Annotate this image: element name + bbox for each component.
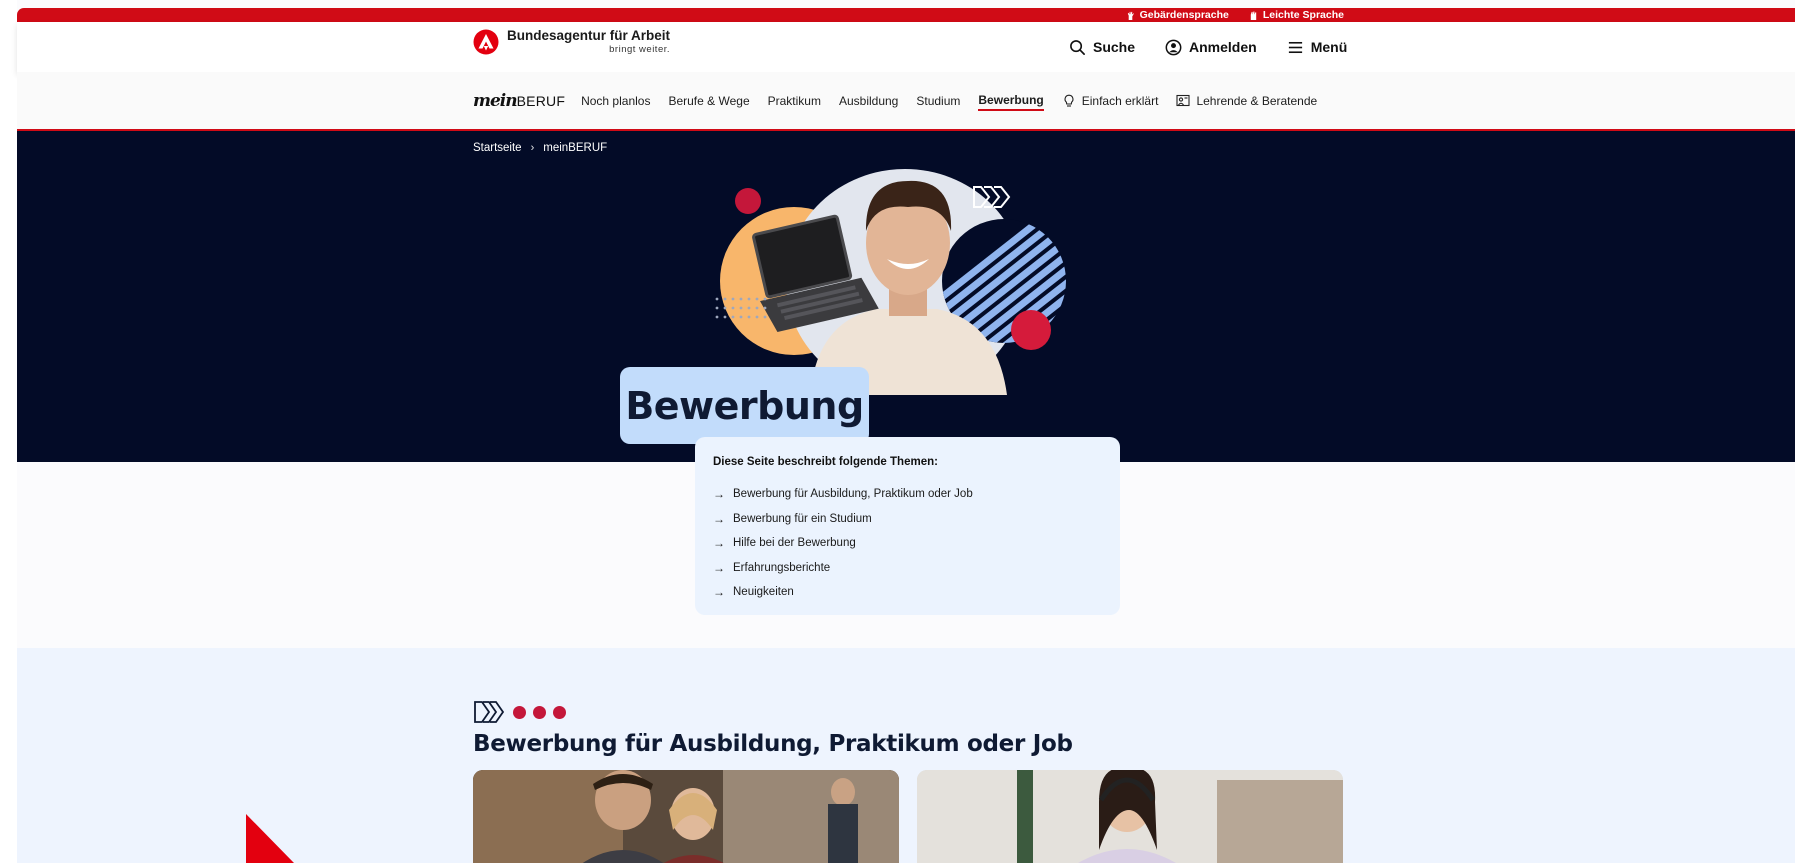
hero-illustration [715, 169, 1066, 395]
section-nav: mein BERUF Noch planlos Berufe & Wege Pra… [17, 72, 1795, 131]
teaser-card-image[interactable] [473, 770, 899, 863]
student-headphones-photo [917, 770, 1343, 863]
arrow-right-icon: → [713, 560, 725, 575]
teaser-card-image[interactable] [917, 770, 1343, 863]
hero-banner: Startseite › meinBERUF [17, 131, 1795, 462]
header-nav: Suche Anmelden Menü [1069, 22, 1347, 72]
teacher-board-icon [1176, 94, 1190, 106]
easy-language-link[interactable]: Leichte Sprache [1249, 9, 1344, 21]
ba-logo[interactable]: Bundesagentur für Arbeit bringt weiter. [473, 28, 671, 56]
page-title-card: Bewerbung [620, 367, 869, 444]
nav-bewerbung[interactable]: Bewerbung [978, 93, 1044, 111]
ba-logo-icon [473, 29, 499, 55]
arrow-right-icon: → [713, 536, 725, 551]
hamburger-icon [1288, 41, 1302, 53]
arrow-right-icon: → [713, 511, 725, 526]
nav-studium[interactable]: Studium [916, 94, 960, 108]
section-decoration [474, 700, 566, 724]
arrow-right-icon: → [713, 585, 725, 600]
page-gutter [0, 0, 17, 863]
site-header: Bundesagentur für Arbeit bringt weiter. … [17, 22, 1795, 72]
user-icon [1165, 39, 1182, 55]
topic-link-hilfe[interactable]: → Hilfe bei der Bewerbung [713, 531, 1102, 556]
nav-berufe-wege[interactable]: Berufe & Wege [668, 94, 749, 108]
arrow-right-icon: → [713, 487, 725, 502]
hand-icon [1127, 11, 1134, 20]
search-button[interactable]: Suche [1069, 39, 1135, 56]
nav-ausbildung[interactable]: Ausbildung [839, 94, 898, 108]
office-meeting-photo [473, 770, 899, 863]
lightbulb-icon [1064, 94, 1074, 107]
meinberuf-logo[interactable]: mein BERUF [473, 91, 565, 111]
search-icon [1070, 39, 1085, 55]
nav-praktikum[interactable]: Praktikum [768, 94, 821, 108]
topic-link-studium[interactable]: → Bewerbung für ein Studium [713, 507, 1102, 532]
topic-link-ausbildung[interactable]: → Bewerbung für Ausbildung, Praktikum ode… [713, 482, 1102, 507]
chevrons-icon [474, 701, 505, 723]
page-title: Bewerbung [625, 383, 864, 428]
nav-lehrende-beratende[interactable]: Lehrende & Beratende [1176, 94, 1317, 108]
menu-button[interactable]: Menü [1287, 39, 1347, 56]
login-button[interactable]: Anmelden [1165, 39, 1257, 56]
decor-dot [533, 705, 546, 719]
nav-einfach-erklaert[interactable]: Einfach erklärt [1062, 94, 1158, 108]
application-section: Bewerbung für Ausbildung, Praktikum oder… [17, 648, 1795, 863]
logo-title: Bundesagentur für Arbeit [507, 28, 671, 43]
section-heading: Bewerbung für Ausbildung, Praktikum oder… [473, 731, 1073, 757]
topics-overview: Diese Seite beschreibt folgende Themen: … [695, 437, 1120, 615]
nav-noch-planlos[interactable]: Noch planlos [581, 94, 650, 108]
logo-tagline: bringt weiter. [609, 44, 671, 56]
accessibility-bar: Gebärdensprache Leichte Sprache [17, 8, 1795, 22]
topics-heading: Diese Seite beschreibt folgende Themen: [713, 456, 938, 468]
topic-link-erfahrungsberichte[interactable]: → Erfahrungsberichte [713, 556, 1102, 581]
easy-language-icon [1250, 10, 1257, 20]
decor-dot [553, 705, 566, 719]
decor-dot [513, 705, 526, 719]
sign-language-link[interactable]: Gebärdensprache [1126, 9, 1229, 21]
topic-link-neuigkeiten[interactable]: → Neuigkeiten [713, 580, 1102, 605]
red-triangle-decoration [246, 814, 294, 863]
